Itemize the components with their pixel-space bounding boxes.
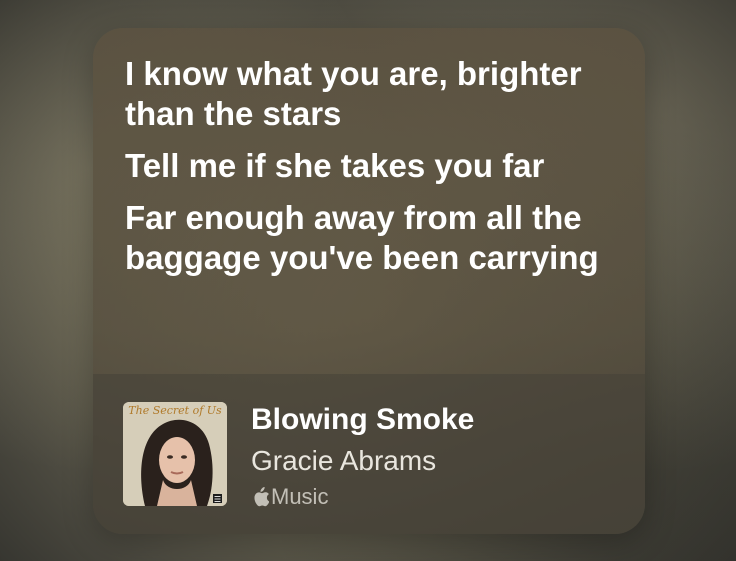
lyrics-block: I know what you are, brighter than the s…: [125, 54, 625, 290]
lyrics-share-card: I know what you are, brighter than the s…: [93, 28, 645, 534]
album-artwork-title: The Secret of Us: [128, 404, 222, 417]
lyric-line-3: Far enough away from all the baggage you…: [125, 199, 599, 276]
lyric-line-1: I know what you are, brighter than the s…: [125, 55, 582, 132]
track-artist: Gracie Abrams: [251, 445, 437, 476]
apple-logo-icon: [251, 487, 271, 507]
music-service-label: Music: [251, 483, 328, 511]
music-service-text: Music: [271, 484, 329, 509]
track-title: Blowing Smoke: [251, 403, 475, 436]
album-artwork[interactable]: The Secret of Us: [123, 402, 227, 506]
album-artwork-image: [123, 402, 227, 506]
lyric-line-2: Tell me if she takes you far: [125, 147, 545, 184]
